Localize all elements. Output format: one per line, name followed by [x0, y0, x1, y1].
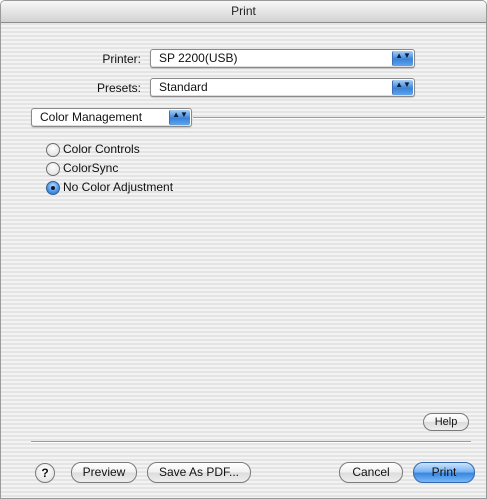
presets-label: Presets:	[96, 81, 141, 95]
printer-popup[interactable]: SP 2200(USB) ▲▼	[150, 49, 415, 68]
printer-value: SP 2200(USB)	[159, 51, 238, 65]
option-label: No Color Adjustment	[63, 180, 174, 194]
save-as-pdf-button[interactable]: Save As PDF...	[147, 462, 251, 483]
print-button[interactable]: Print	[413, 462, 475, 483]
radio-unselected-icon[interactable]	[46, 162, 60, 176]
popup-arrows-icon: ▲▼	[392, 80, 413, 95]
panel-popup[interactable]: Color Management ▲▼	[31, 108, 192, 127]
option-label: Color Controls	[63, 142, 140, 156]
radio-unselected-icon[interactable]	[46, 143, 60, 157]
popup-arrows-icon: ▲▼	[392, 51, 413, 66]
radio-selected-icon[interactable]	[46, 181, 60, 195]
option-label: ColorSync	[63, 161, 119, 175]
preview-button[interactable]: Preview	[71, 462, 137, 483]
help-button[interactable]: Help	[423, 413, 469, 431]
presets-popup[interactable]: Standard ▲▼	[150, 78, 415, 97]
window-title: Print	[231, 4, 256, 18]
panel-separator	[193, 117, 485, 119]
cancel-button[interactable]: Cancel	[339, 462, 403, 483]
bottom-separator	[31, 441, 471, 443]
panel-value: Color Management	[40, 110, 143, 124]
title-bar[interactable]: Print	[1, 1, 486, 23]
question-icon[interactable]: ?	[35, 463, 55, 483]
popup-arrows-icon: ▲▼	[169, 110, 190, 125]
presets-value: Standard	[159, 80, 208, 94]
print-dialog: Print Printer: SP 2200(USB) ▲▼ Presets: …	[0, 0, 487, 499]
printer-label: Printer:	[102, 52, 141, 66]
